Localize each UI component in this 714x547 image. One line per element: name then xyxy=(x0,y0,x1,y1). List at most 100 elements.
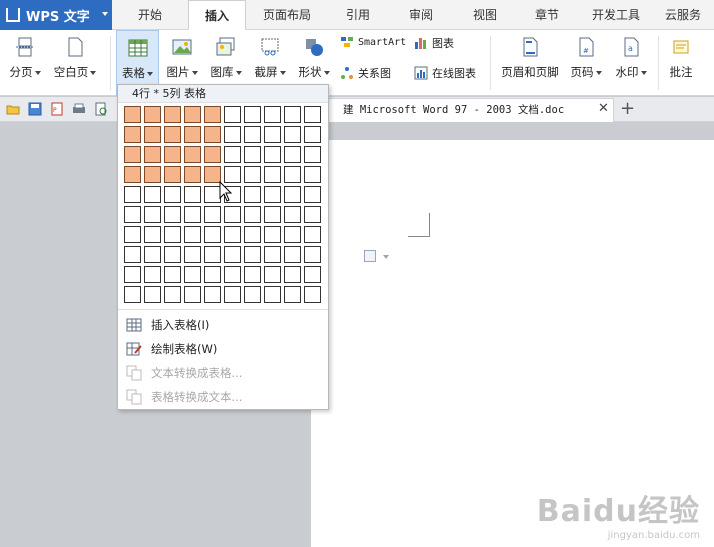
table-grid-cell[interactable] xyxy=(124,106,141,123)
table-grid-cell[interactable] xyxy=(244,226,261,243)
table-grid-cell[interactable] xyxy=(224,286,241,303)
smartart-button[interactable]: SmartArt xyxy=(340,35,406,49)
table-grid-cell[interactable] xyxy=(284,186,301,203)
table-grid-cell[interactable] xyxy=(264,166,281,183)
table-grid-cell[interactable] xyxy=(184,206,201,223)
table-grid-cell[interactable] xyxy=(204,206,221,223)
table-grid-cell[interactable] xyxy=(164,166,181,183)
table-grid-cell[interactable] xyxy=(184,226,201,243)
table-grid-cell[interactable] xyxy=(124,146,141,163)
table-grid-cell[interactable] xyxy=(184,146,201,163)
table-grid-cell[interactable] xyxy=(124,246,141,263)
draw-table-item[interactable]: 绘制表格(W) xyxy=(118,337,328,361)
table-grid-cell[interactable] xyxy=(244,186,261,203)
table-grid-cell[interactable] xyxy=(244,246,261,263)
table-grid-cell[interactable] xyxy=(124,226,141,243)
table-grid-cell[interactable] xyxy=(144,166,161,183)
table-grid-cell[interactable] xyxy=(304,246,321,263)
table-grid-cell[interactable] xyxy=(144,146,161,163)
table-grid-cell[interactable] xyxy=(184,286,201,303)
tab-chapter[interactable]: 章节 xyxy=(516,0,578,30)
online-chart-button[interactable]: 在线图表 xyxy=(414,65,476,81)
table-grid-cell[interactable] xyxy=(284,206,301,223)
table-grid-cell[interactable] xyxy=(144,126,161,143)
table-grid-cell[interactable] xyxy=(284,226,301,243)
comment-button[interactable]: 批注 xyxy=(664,30,698,96)
document-tab[interactable]: 建 Microsoft Word 97 - 2003 文档.doc xyxy=(328,98,614,122)
table-grid-cell[interactable] xyxy=(284,286,301,303)
table-grid-cell[interactable] xyxy=(184,246,201,263)
table-grid-cell[interactable] xyxy=(184,166,201,183)
table-grid-cell[interactable] xyxy=(124,286,141,303)
table-grid-cell[interactable] xyxy=(204,266,221,283)
print-preview-icon[interactable] xyxy=(94,102,108,116)
new-tab-icon[interactable]: + xyxy=(620,98,636,120)
paste-options-icon[interactable] xyxy=(364,250,376,262)
tab-home[interactable]: 开始 xyxy=(112,0,188,30)
table-grid-cell[interactable] xyxy=(284,166,301,183)
blank-page-button[interactable]: 空白页 xyxy=(50,30,100,96)
chart-button[interactable]: 图表 xyxy=(414,35,454,51)
tab-review[interactable]: 审阅 xyxy=(388,0,454,30)
tab-developer[interactable]: 开发工具 xyxy=(578,0,654,30)
table-grid-cell[interactable] xyxy=(224,266,241,283)
open-folder-icon[interactable] xyxy=(6,102,20,116)
watermark-button[interactable]: a 水印 xyxy=(610,30,652,96)
table-grid-cell[interactable] xyxy=(224,226,241,243)
table-grid-cell[interactable] xyxy=(164,246,181,263)
table-grid-cell[interactable] xyxy=(124,166,141,183)
export-pdf-icon[interactable]: P xyxy=(50,102,64,116)
table-grid-cell[interactable] xyxy=(124,266,141,283)
table-grid-cell[interactable] xyxy=(244,166,261,183)
table-grid-cell[interactable] xyxy=(144,206,161,223)
table-grid-cell[interactable] xyxy=(164,206,181,223)
table-grid-cell[interactable] xyxy=(304,186,321,203)
table-grid-cell[interactable] xyxy=(204,106,221,123)
table-grid-cell[interactable] xyxy=(284,146,301,163)
save-icon[interactable] xyxy=(28,102,42,116)
table-grid-cell[interactable] xyxy=(264,146,281,163)
table-grid-cell[interactable] xyxy=(124,206,141,223)
table-grid-cell[interactable] xyxy=(204,286,221,303)
table-grid-cell[interactable] xyxy=(224,246,241,263)
table-grid-cell[interactable] xyxy=(224,146,241,163)
table-grid-cell[interactable] xyxy=(244,146,261,163)
table-grid-cell[interactable] xyxy=(304,206,321,223)
table-grid-cell[interactable] xyxy=(204,126,221,143)
page-number-button[interactable]: # 页码 xyxy=(566,30,606,96)
table-grid-cell[interactable] xyxy=(184,126,201,143)
table-grid-cell[interactable] xyxy=(304,286,321,303)
table-grid-cell[interactable] xyxy=(304,126,321,143)
table-grid-cell[interactable] xyxy=(204,226,221,243)
table-grid-cell[interactable] xyxy=(224,206,241,223)
table-grid-cell[interactable] xyxy=(184,186,201,203)
relation-chart-button[interactable]: 关系图 xyxy=(340,65,391,81)
table-grid-cell[interactable] xyxy=(264,106,281,123)
table-grid-cell[interactable] xyxy=(164,266,181,283)
table-grid-cell[interactable] xyxy=(284,246,301,263)
table-grid-cell[interactable] xyxy=(304,226,321,243)
table-grid-cell[interactable] xyxy=(264,286,281,303)
page-break-button[interactable]: 分页 xyxy=(4,30,46,96)
table-grid-cell[interactable] xyxy=(164,286,181,303)
table-grid-cell[interactable] xyxy=(264,266,281,283)
table-grid-cell[interactable] xyxy=(184,106,201,123)
table-grid-cell[interactable] xyxy=(124,126,141,143)
tab-references[interactable]: 引用 xyxy=(328,0,388,30)
table-grid-cell[interactable] xyxy=(224,106,241,123)
table-grid-cell[interactable] xyxy=(244,106,261,123)
close-tab-icon[interactable]: ✕ xyxy=(598,100,610,118)
table-grid-cell[interactable] xyxy=(184,266,201,283)
table-grid-cell[interactable] xyxy=(204,246,221,263)
table-grid-cell[interactable] xyxy=(284,266,301,283)
table-grid-cell[interactable] xyxy=(304,266,321,283)
table-grid-cell[interactable] xyxy=(264,126,281,143)
tab-cloud-service[interactable]: 云服务 xyxy=(654,0,712,30)
table-grid-cell[interactable] xyxy=(144,186,161,203)
table-grid-cell[interactable] xyxy=(224,126,241,143)
table-grid-cell[interactable] xyxy=(204,146,221,163)
table-grid-cell[interactable] xyxy=(164,186,181,203)
table-grid-cell[interactable] xyxy=(304,106,321,123)
table-grid-cell[interactable] xyxy=(144,266,161,283)
table-grid-cell[interactable] xyxy=(284,106,301,123)
